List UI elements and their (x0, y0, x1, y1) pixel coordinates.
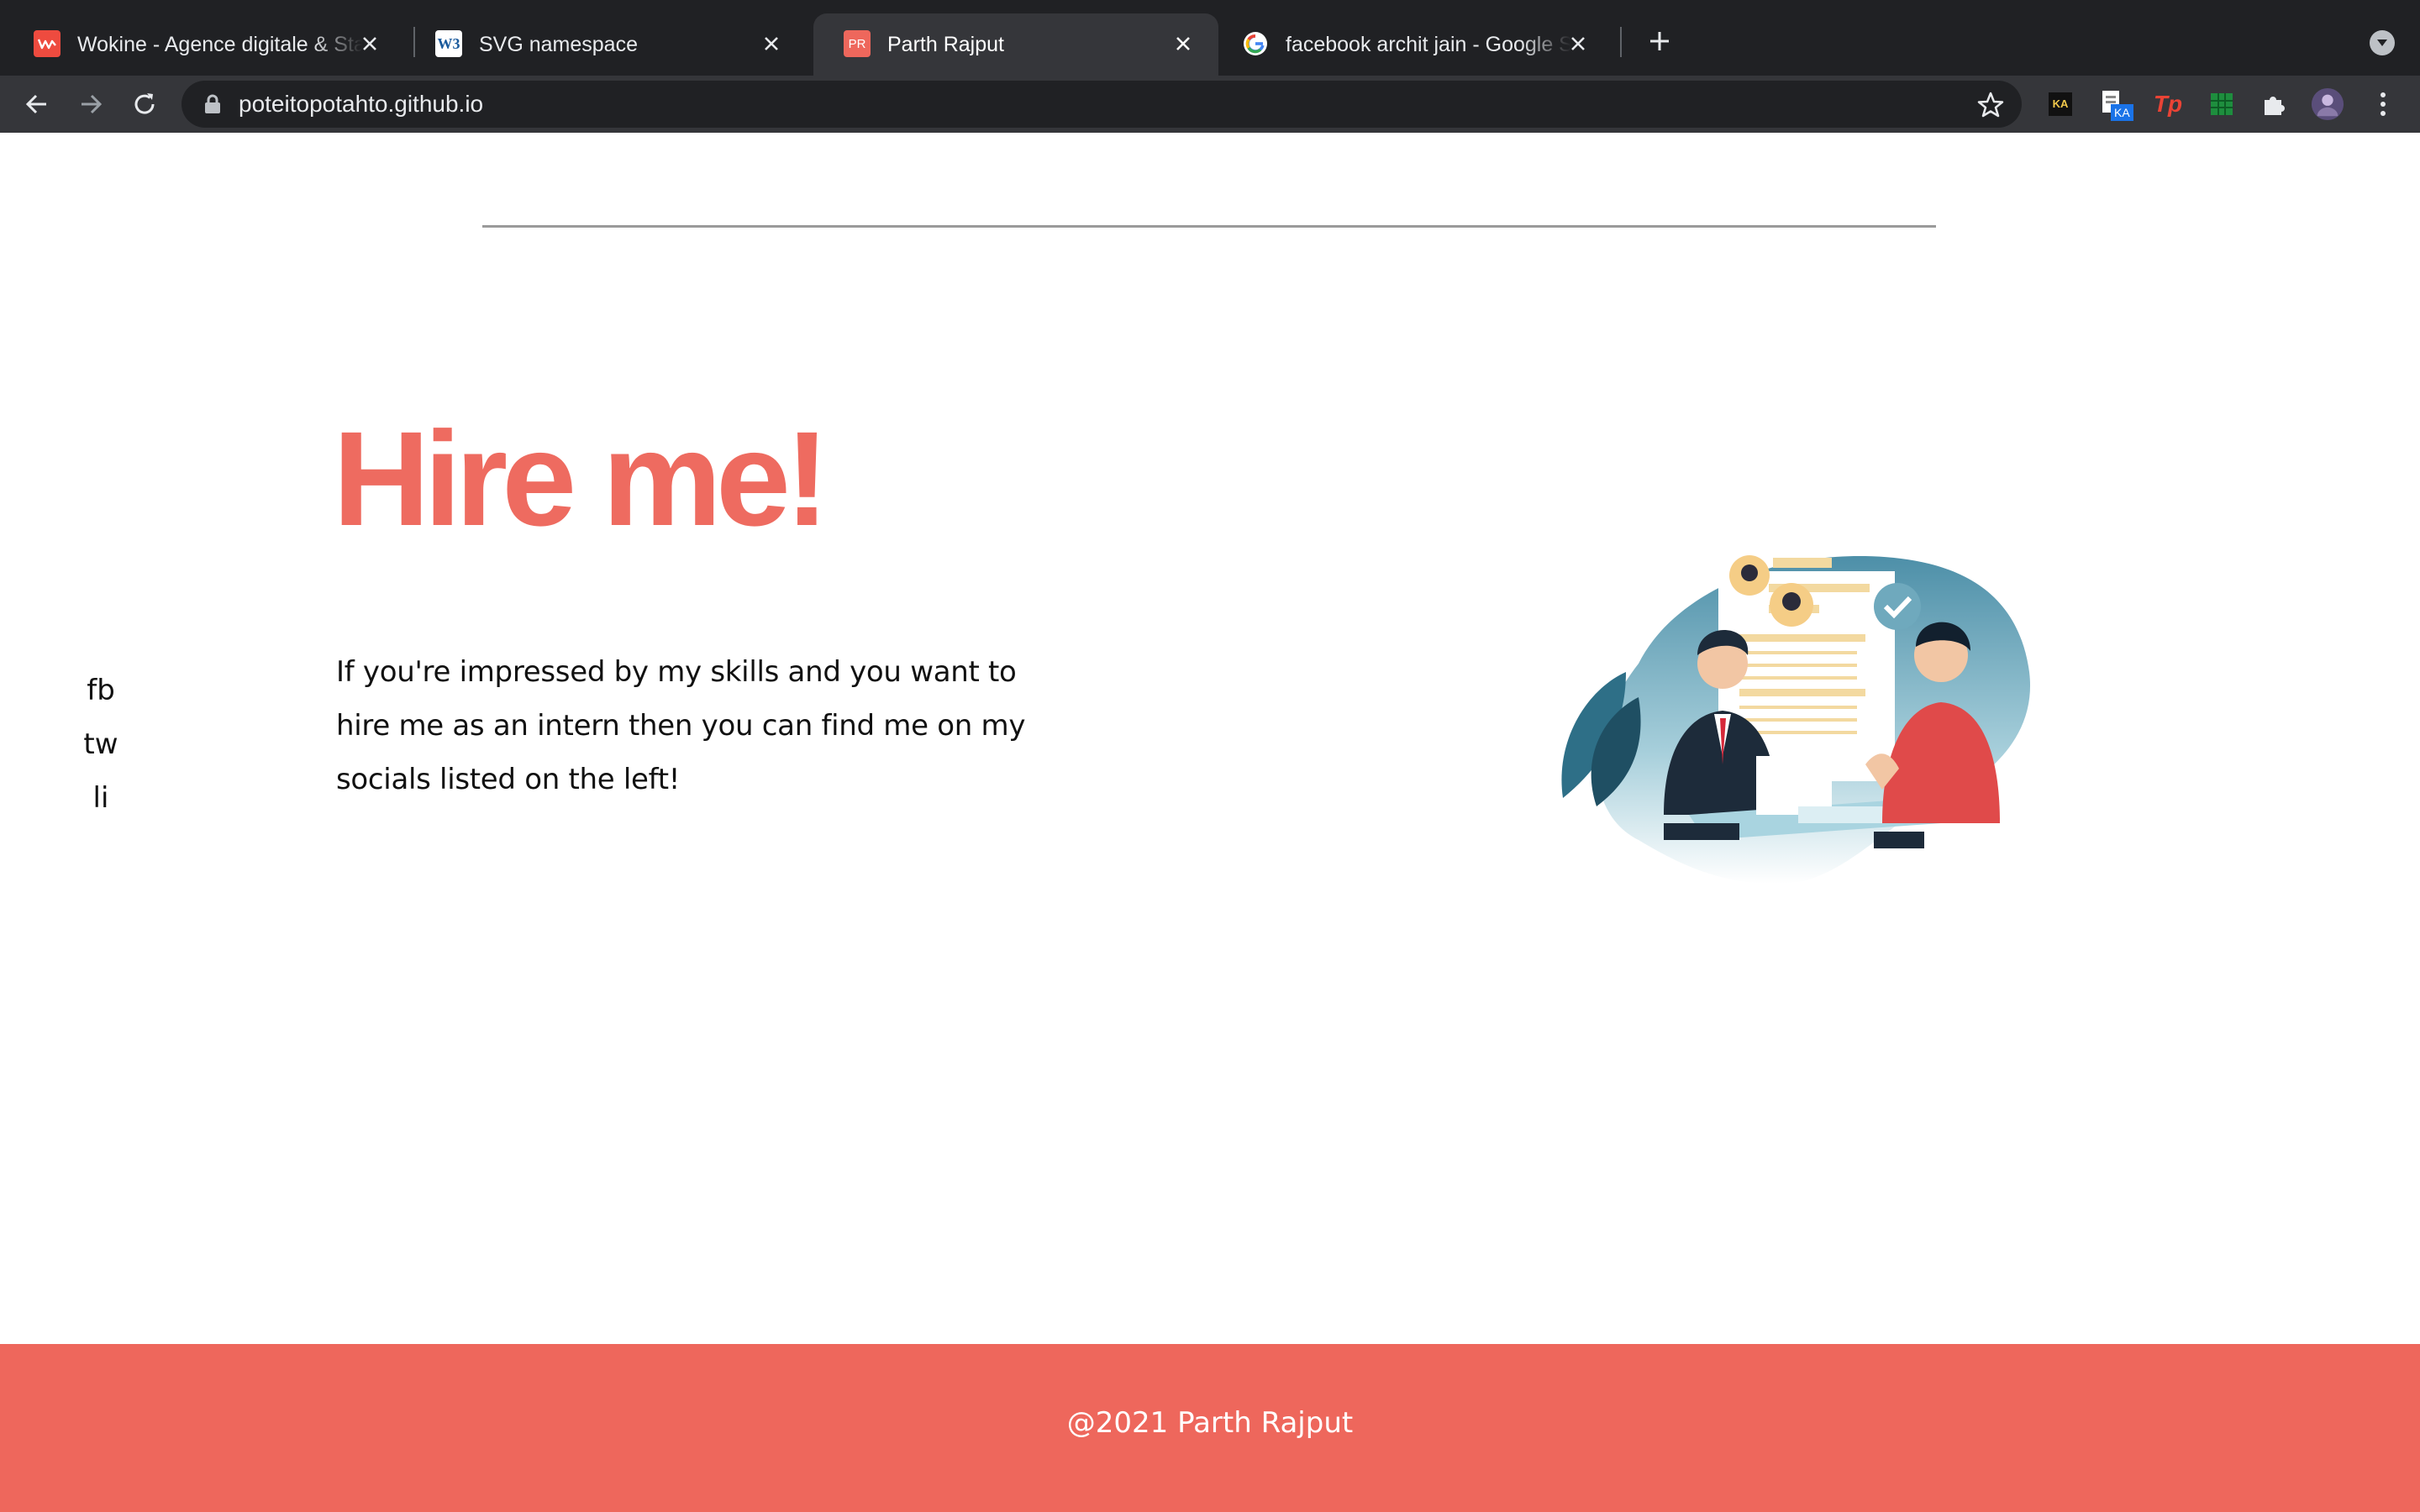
w3c-logo-text: W3 (437, 34, 460, 52)
hero-description: If you're impressed by my skills and you… (336, 655, 1026, 796)
pr-logo-icon: PR (844, 30, 871, 57)
wokine-logo-icon (34, 30, 60, 57)
tp-extension-label: Tp (2153, 91, 2183, 117)
browser-toolbar: poteitopotahto.github.io KA KA Tp (0, 76, 2420, 133)
reload-icon[interactable] (128, 87, 161, 121)
social-links: fb tw li (50, 664, 151, 825)
tab-title: Wokine - Agence digitale & Sta (77, 33, 363, 56)
close-tab-icon[interactable] (356, 30, 383, 57)
tab-parth-rajput[interactable]: PR Parth Rajput (813, 13, 1218, 76)
hero-title: Hire me! (333, 403, 829, 554)
tab-svg-namespace[interactable]: W3 SVG namespace (405, 13, 807, 76)
ka-badge: KA (2111, 104, 2133, 121)
ka-extension-label: KA (2049, 92, 2072, 116)
job-interview-illustration (1561, 555, 2031, 884)
footer-copyright: @2021 Parth Rajput (1066, 1406, 1354, 1440)
w3c-logo-icon: W3 (435, 30, 462, 57)
social-link-linkedin[interactable]: li (50, 771, 151, 825)
profile-avatar-icon[interactable] (2311, 87, 2344, 121)
close-tab-icon[interactable] (758, 30, 785, 57)
new-tab-icon[interactable] (1642, 24, 1677, 59)
puzzle-extensions-icon[interactable] (2257, 87, 2291, 121)
tab-google-search[interactable]: facebook archit jain - Google S (1212, 13, 1613, 76)
url-text[interactable]: poteitopotahto.github.io (239, 89, 483, 119)
forward-arrow-icon[interactable] (74, 87, 108, 121)
kebab-menu-icon[interactable] (2366, 87, 2400, 121)
tab-title: SVG namespace (479, 33, 638, 56)
tab-wokine[interactable]: Wokine - Agence digitale & Sta (3, 13, 405, 76)
social-link-twitter[interactable]: tw (50, 717, 151, 771)
address-bar[interactable]: poteitopotahto.github.io (182, 81, 2022, 128)
social-link-facebook[interactable]: fb (50, 664, 151, 717)
pr-logo-text: PR (848, 36, 866, 51)
ka-extension-icon[interactable]: KA (2044, 87, 2077, 121)
tab-separator (1620, 27, 1622, 57)
grid-extension-icon[interactable] (2205, 87, 2238, 121)
header-divider (482, 225, 1936, 228)
close-tab-icon[interactable] (1170, 30, 1197, 57)
footer: @2021 Parth Rajput (0, 1344, 2420, 1512)
lock-icon[interactable] (203, 94, 222, 114)
bookmark-star-icon[interactable] (1976, 91, 2005, 119)
google-logo-icon (1242, 30, 1269, 57)
tp-extension-icon[interactable]: Tp (2151, 87, 2185, 121)
tab-title: Parth Rajput (887, 33, 1004, 56)
ka-document-extension-icon[interactable]: KA (2097, 87, 2133, 121)
back-arrow-icon[interactable] (20, 87, 54, 121)
close-tab-icon[interactable] (1565, 30, 1591, 57)
browser-tab-strip: Wokine - Agence digitale & Sta W3 SVG na… (0, 0, 2420, 76)
tab-title: facebook archit jain - Google S (1286, 33, 1571, 56)
tab-search-icon[interactable] (2370, 30, 2395, 55)
